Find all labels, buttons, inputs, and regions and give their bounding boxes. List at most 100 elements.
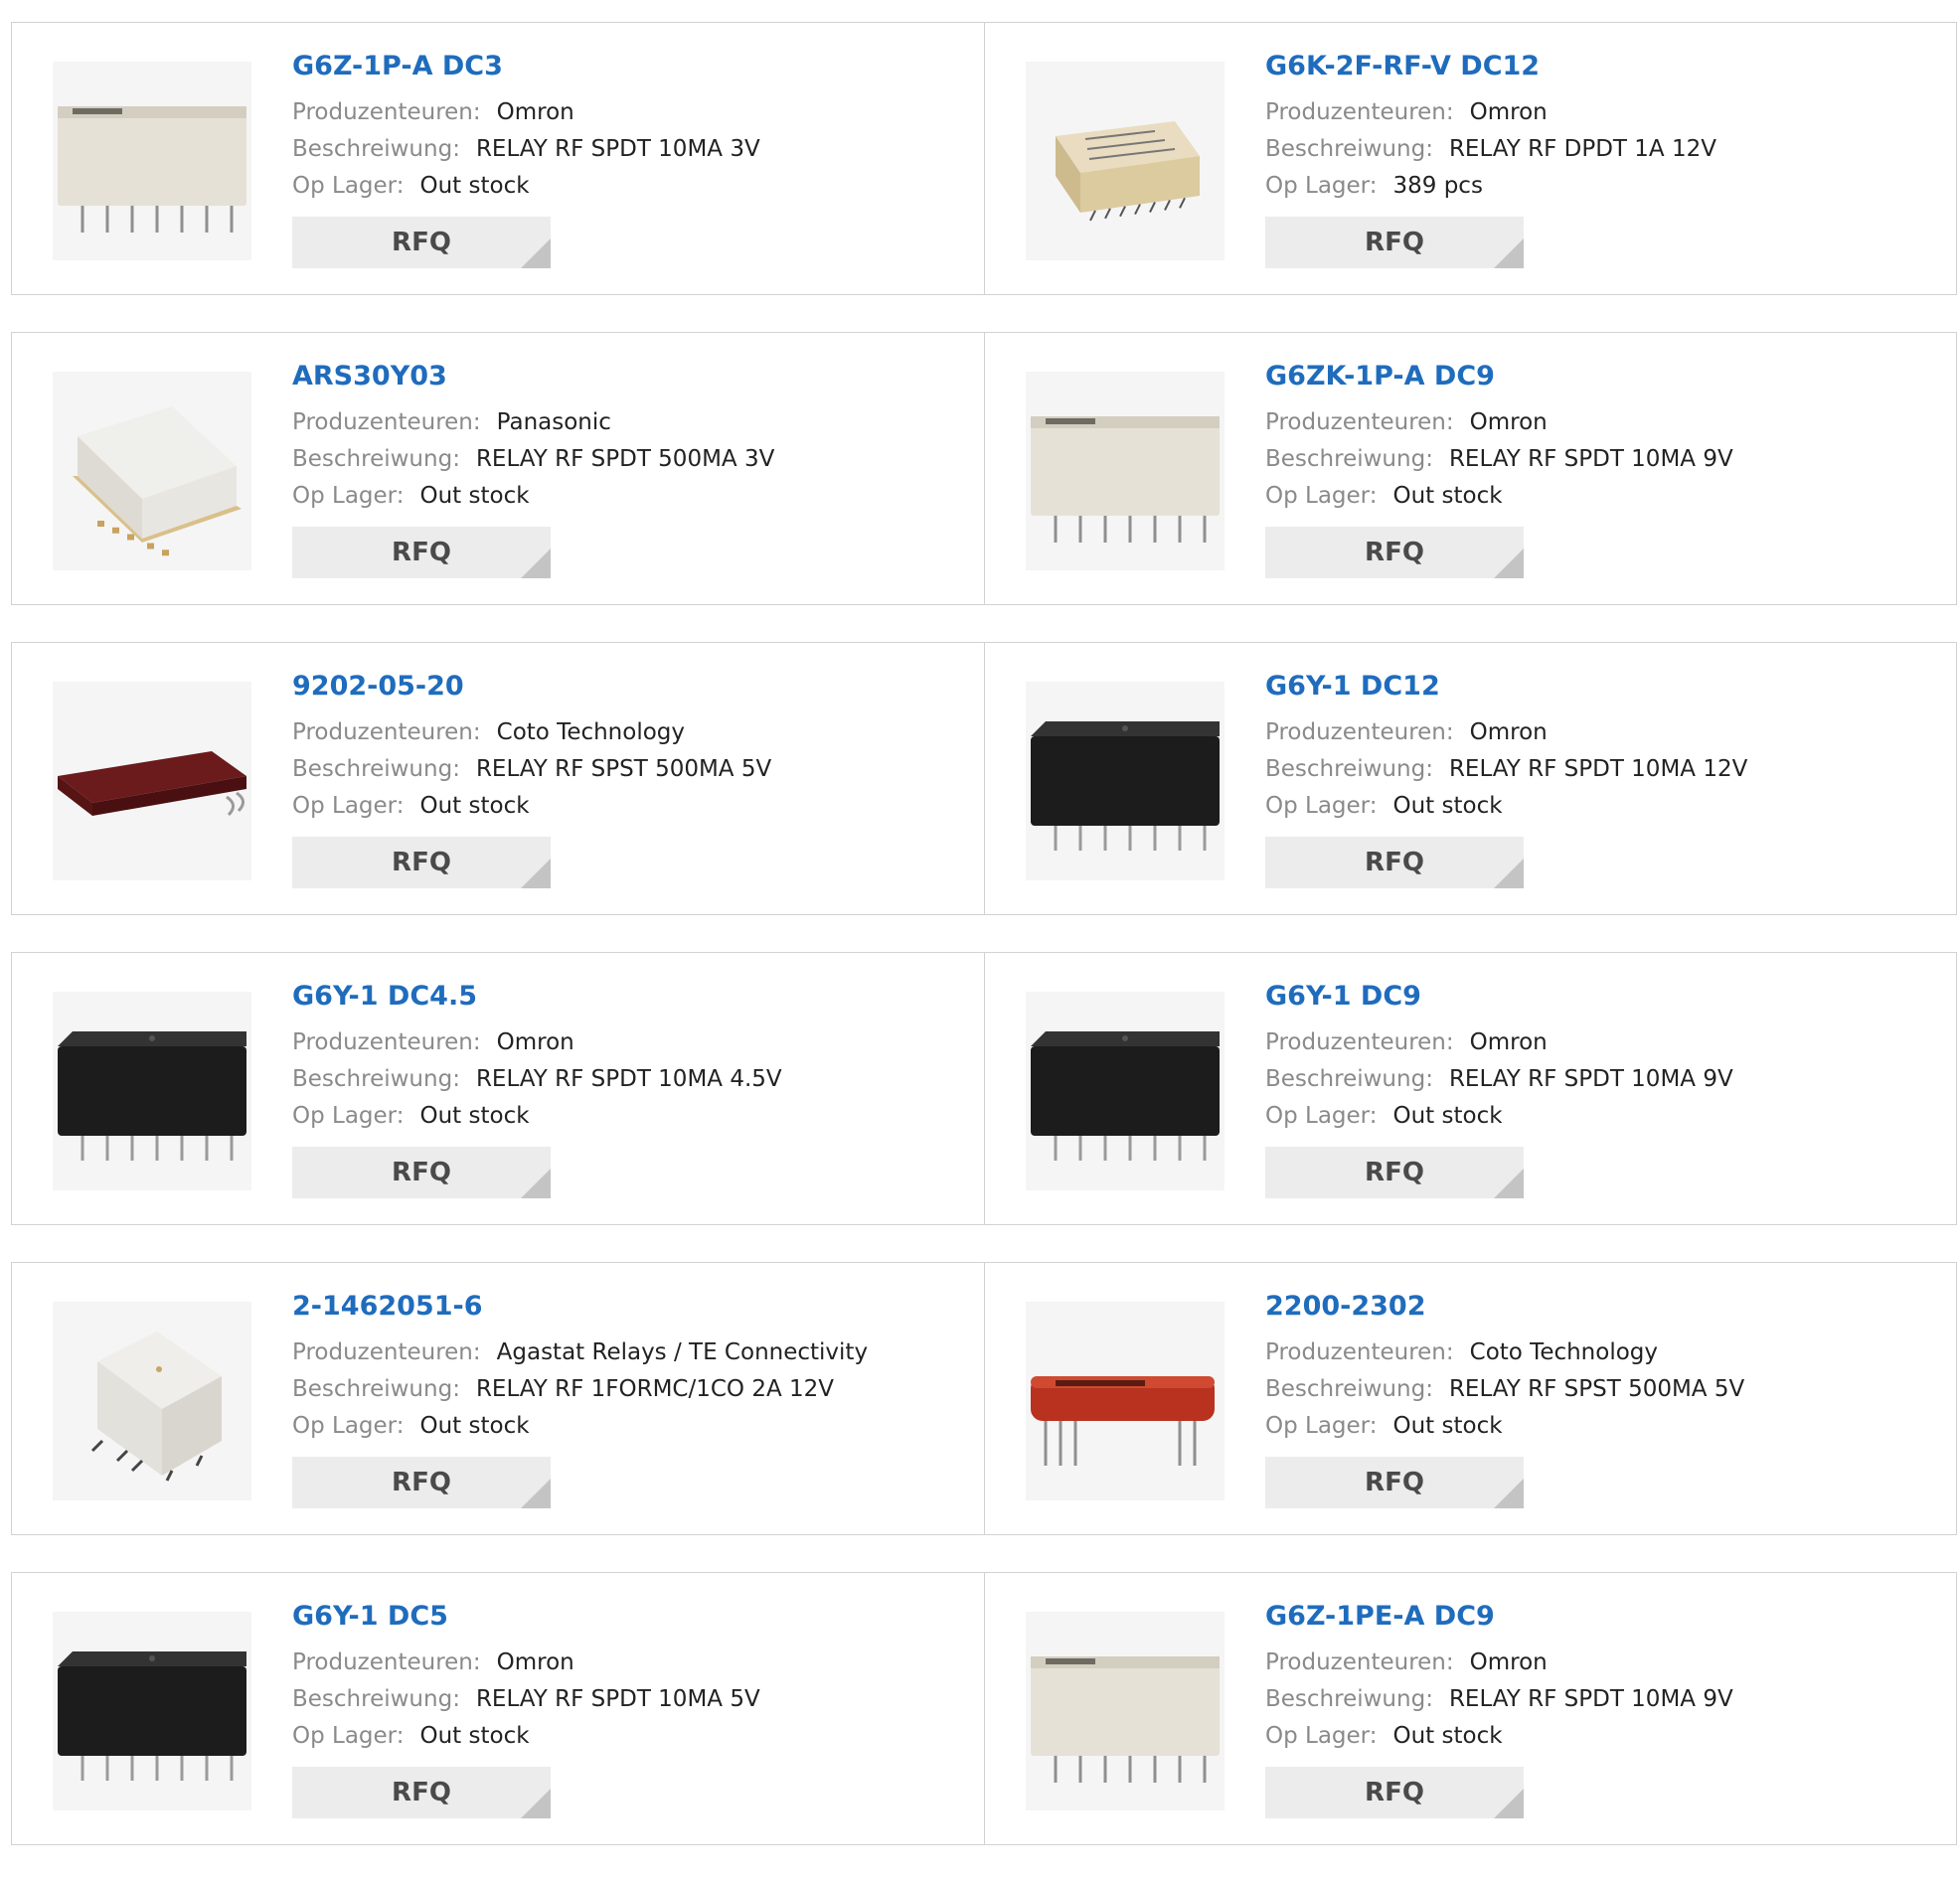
manufacturer-row: Produzenteuren: Omron bbox=[292, 1024, 964, 1061]
description-label: Beschreiwung: bbox=[1265, 756, 1433, 782]
part-number-link[interactable]: G6Y-1 DC4.5 bbox=[292, 981, 964, 1013]
corner-triangle-icon bbox=[1494, 549, 1524, 578]
corner-triangle-icon bbox=[521, 1169, 551, 1198]
manufacturer-label: Produzenteuren: bbox=[292, 409, 481, 435]
rfq-button[interactable]: RFQ bbox=[1265, 1457, 1524, 1508]
part-number-link[interactable]: G6Y-1 DC12 bbox=[1265, 671, 1936, 703]
relay-image bbox=[1056, 121, 1200, 222]
part-number-link[interactable]: 2-1462051-6 bbox=[292, 1291, 964, 1323]
rfq-button[interactable]: RFQ bbox=[292, 1457, 551, 1508]
manufacturer-value: Omron bbox=[496, 99, 574, 125]
rfq-button[interactable]: RFQ bbox=[1265, 1767, 1524, 1818]
stock-label: Op Lager: bbox=[292, 173, 405, 199]
rfq-button[interactable]: RFQ bbox=[292, 837, 551, 888]
product-info: G6Y-1 DC4.5 Produzenteuren: Omron Beschreiw… bbox=[292, 981, 964, 1198]
part-number-link[interactable]: 2200-2302 bbox=[1265, 1291, 1936, 1323]
product-image[interactable] bbox=[53, 372, 251, 570]
rfq-label: RFQ bbox=[392, 1778, 451, 1807]
stock-label: Op Lager: bbox=[1265, 483, 1378, 509]
stock-row: Op Lager: Out stock bbox=[1265, 1408, 1936, 1445]
stock-value: Out stock bbox=[419, 173, 530, 199]
rfq-button[interactable]: RFQ bbox=[1265, 837, 1524, 888]
stock-value: Out stock bbox=[1392, 793, 1503, 819]
part-number-link[interactable]: G6Z-1PE-A DC9 bbox=[1265, 1601, 1936, 1633]
corner-triangle-icon bbox=[521, 549, 551, 578]
description-value: RELAY RF SPDT 10MA 12V bbox=[1448, 756, 1748, 782]
manufacturer-row: Produzenteuren: Panasonic bbox=[292, 404, 964, 441]
stock-row: Op Lager: Out stock bbox=[292, 788, 964, 825]
product-image[interactable] bbox=[53, 1612, 251, 1810]
rfq-label: RFQ bbox=[392, 1158, 451, 1187]
product-row: ARS30Y03 Produzenteuren: Panasonic Beschrei… bbox=[11, 332, 1957, 605]
rfq-button[interactable]: RFQ bbox=[1265, 527, 1524, 578]
product-image[interactable] bbox=[53, 62, 251, 260]
rfq-button[interactable]: RFQ bbox=[292, 1147, 551, 1198]
part-number-link[interactable]: G6Y-1 DC5 bbox=[292, 1601, 964, 1633]
manufacturer-value: Omron bbox=[1469, 1649, 1548, 1675]
part-number-link[interactable]: G6Y-1 DC9 bbox=[1265, 981, 1936, 1013]
description-row: Beschreiwung: RELAY RF SPDT 10MA 9V bbox=[1265, 441, 1936, 478]
description-label: Beschreiwung: bbox=[1265, 136, 1433, 162]
manufacturer-value: Omron bbox=[1469, 1029, 1548, 1055]
manufacturer-row: Produzenteuren: Omron bbox=[1265, 1645, 1936, 1681]
manufacturer-row: Produzenteuren: Omron bbox=[1265, 404, 1936, 441]
stock-value: Out stock bbox=[419, 1413, 530, 1439]
product-image[interactable] bbox=[53, 682, 251, 880]
description-value: RELAY RF SPDT 10MA 3V bbox=[475, 136, 760, 162]
description-row: Beschreiwung: RELAY RF SPDT 10MA 9V bbox=[1265, 1681, 1936, 1718]
part-number-link[interactable]: 9202-05-20 bbox=[292, 671, 964, 703]
rfq-label: RFQ bbox=[392, 1468, 451, 1497]
part-number-link[interactable]: ARS30Y03 bbox=[292, 361, 964, 392]
product-image[interactable] bbox=[1026, 682, 1225, 880]
part-number-link[interactable]: G6ZK-1P-A DC9 bbox=[1265, 361, 1936, 392]
stock-label: Op Lager: bbox=[292, 1413, 405, 1439]
stock-value: Out stock bbox=[419, 1723, 530, 1749]
rfq-button[interactable]: RFQ bbox=[292, 527, 551, 578]
stock-value: Out stock bbox=[419, 483, 530, 509]
description-row: Beschreiwung: RELAY RF SPDT 10MA 3V bbox=[292, 131, 964, 168]
rfq-button[interactable]: RFQ bbox=[292, 217, 551, 268]
product-meta: Produzenteuren: Coto Technology Beschreiwu… bbox=[292, 714, 964, 825]
description-value: RELAY RF SPST 500MA 5V bbox=[475, 756, 772, 782]
stock-label: Op Lager: bbox=[292, 1103, 405, 1129]
manufacturer-value: Omron bbox=[496, 1649, 574, 1675]
manufacturer-label: Produzenteuren: bbox=[292, 1339, 481, 1365]
product-info: G6Z-1P-A DC3 Produzenteuren: Omron Beschrei… bbox=[292, 51, 964, 268]
description-row: Beschreiwung: RELAY RF SPDT 10MA 4.5V bbox=[292, 1061, 964, 1098]
corner-triangle-icon bbox=[521, 859, 551, 888]
rfq-button[interactable]: RFQ bbox=[1265, 1147, 1524, 1198]
corner-triangle-icon bbox=[521, 1789, 551, 1818]
product-image[interactable] bbox=[1026, 1302, 1225, 1500]
product-info: G6K-2F-RF-V DC12 Produzenteuren: Omron Besc… bbox=[1265, 51, 1936, 268]
stock-value: Out stock bbox=[1392, 483, 1503, 509]
product-card: G6Y-1 DC12 Produzenteuren: Omron Beschreiwu… bbox=[984, 643, 1956, 914]
manufacturer-row: Produzenteuren: Coto Technology bbox=[292, 714, 964, 751]
relay-image bbox=[90, 1332, 222, 1482]
part-number-link[interactable]: G6Z-1P-A DC3 bbox=[292, 51, 964, 82]
description-row: Beschreiwung: RELAY RF SPST 500MA 5V bbox=[292, 751, 964, 788]
rfq-button[interactable]: RFQ bbox=[1265, 217, 1524, 268]
product-image[interactable] bbox=[1026, 1612, 1225, 1810]
rfq-button[interactable]: RFQ bbox=[292, 1767, 551, 1818]
product-image[interactable] bbox=[1026, 372, 1225, 570]
description-row: Beschreiwung: RELAY RF 1FORMC/1CO 2A 12V bbox=[292, 1371, 964, 1408]
stock-label: Op Lager: bbox=[1265, 1723, 1378, 1749]
manufacturer-row: Produzenteuren: Agastat Relays / TE Conne… bbox=[292, 1334, 964, 1371]
manufacturer-value: Coto Technology bbox=[496, 719, 686, 745]
product-meta: Produzenteuren: Omron Beschreiwung: RELAY R… bbox=[1265, 1024, 1936, 1135]
stock-value: 389 pcs bbox=[1392, 173, 1483, 199]
product-image[interactable] bbox=[1026, 62, 1225, 260]
product-image[interactable] bbox=[1026, 992, 1225, 1190]
product-card: G6ZK-1P-A DC9 Produzenteuren: Omron Beschre… bbox=[984, 333, 1956, 604]
manufacturer-row: Produzenteuren: Omron bbox=[1265, 94, 1936, 131]
corner-triangle-icon bbox=[1494, 1479, 1524, 1508]
relay-image bbox=[1031, 1376, 1215, 1466]
product-info: 2200-2302 Produzenteuren: Coto Technology B… bbox=[1265, 1291, 1936, 1508]
product-image[interactable] bbox=[53, 992, 251, 1190]
stock-value: Out stock bbox=[419, 793, 530, 819]
relay-image bbox=[1031, 721, 1220, 851]
product-image[interactable] bbox=[53, 1302, 251, 1500]
rfq-label: RFQ bbox=[1365, 1158, 1424, 1187]
part-number-link[interactable]: G6K-2F-RF-V DC12 bbox=[1265, 51, 1936, 82]
manufacturer-value: Omron bbox=[1469, 719, 1548, 745]
